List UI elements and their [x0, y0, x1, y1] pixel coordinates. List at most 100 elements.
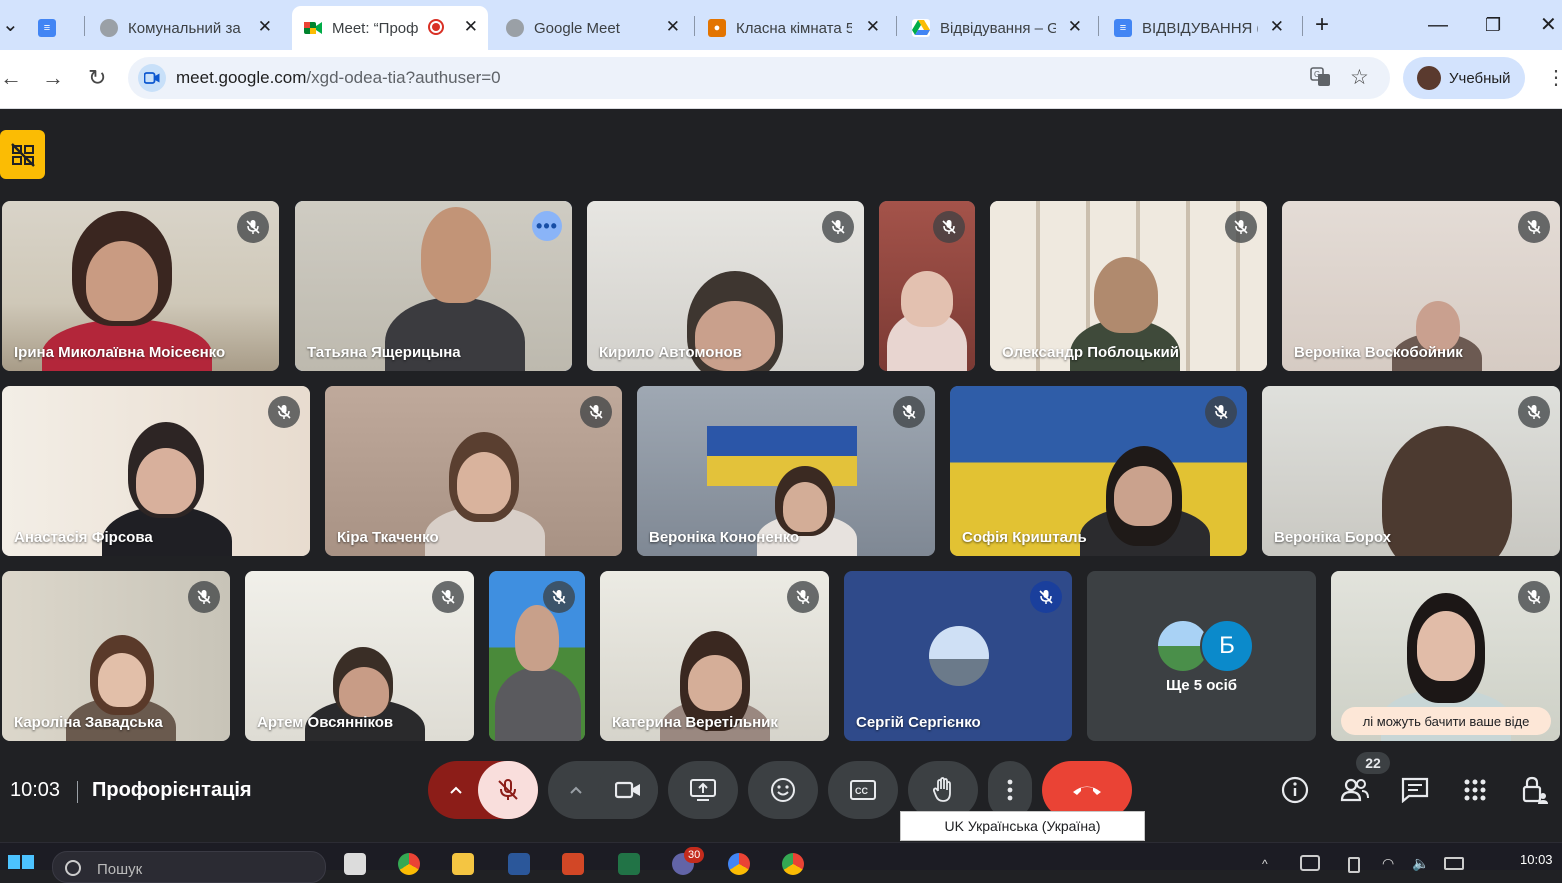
participant-name: Кіра Ткаченко	[337, 529, 439, 546]
self-view-tile[interactable]: лі можуть бачити ваше віде	[1331, 571, 1560, 741]
task-view-icon[interactable]	[344, 853, 366, 875]
windows-start-icon[interactable]	[8, 855, 34, 869]
chrome-icon[interactable]	[398, 853, 420, 875]
close-tab-icon[interactable]: ✕	[464, 18, 478, 36]
hide-tiles-button[interactable]	[0, 130, 45, 179]
word-icon[interactable]	[508, 853, 530, 875]
address-bar[interactable]: meet.google.com/xgd-odea-tia?authuser=0 …	[128, 57, 1390, 99]
new-tab-button[interactable]: +	[1315, 10, 1329, 40]
participant-tile[interactable]: Вероніка Кононенко	[637, 386, 935, 556]
participant-tile[interactable]: Кіра Ткаченко	[325, 386, 622, 556]
drive-icon	[912, 19, 930, 37]
participant-tile[interactable]: ••• Татьяна Ящерицына	[295, 201, 572, 371]
url-path: /xgd-odea-tia?authuser=0	[306, 68, 501, 87]
browser-menu-icon[interactable]: ⋮	[1546, 64, 1562, 92]
tab-docs[interactable]: ≡	[38, 6, 82, 50]
tab-classroom[interactable]: ● Класна кімната 5 ✕	[698, 6, 890, 50]
apps-grid-icon	[1464, 779, 1486, 801]
participant-name: Кароліна Завадська	[14, 714, 163, 731]
participant-tile[interactable]	[489, 571, 585, 741]
participant-tile[interactable]: Анастасія Фірсова	[2, 386, 310, 556]
avatar-letter: Б	[1200, 619, 1254, 673]
taskbar-search-box[interactable]: Пошук	[52, 851, 326, 883]
volume-icon[interactable]: 🔈	[1412, 855, 1429, 872]
profile-name: Учебный	[1449, 69, 1511, 87]
tab-komunalnyi[interactable]: Комунальний за ✕	[90, 6, 282, 50]
participant-name: Софія Кришталь	[962, 529, 1087, 546]
more-participants-tile[interactable]: Б Ще 5 осіб	[1087, 571, 1316, 741]
chrome-profile-icon[interactable]	[728, 853, 750, 875]
participant-tile[interactable]: Сергій Сергієнко	[844, 571, 1072, 741]
mic-off-icon	[1030, 581, 1062, 613]
taskbar-clock[interactable]: 10:03	[1520, 852, 1553, 867]
excel-icon[interactable]	[618, 853, 640, 875]
powerpoint-icon[interactable]	[562, 853, 584, 875]
participant-tile[interactable]: Вероніка Борох	[1262, 386, 1560, 556]
battery-icon[interactable]	[1444, 857, 1464, 870]
back-button[interactable]: ←	[0, 64, 22, 92]
close-tab-icon[interactable]: ✕	[866, 18, 880, 36]
divider	[77, 781, 78, 803]
close-window-button[interactable]: ✕	[1540, 10, 1557, 40]
people-icon	[1340, 778, 1369, 802]
minimize-button[interactable]: —	[1428, 10, 1448, 40]
wifi-icon[interactable]: ◠	[1382, 855, 1394, 872]
close-tab-icon[interactable]: ✕	[666, 18, 680, 36]
participant-name: Ірина Миколаївна Моісеєнко	[14, 344, 226, 361]
reactions-button[interactable]	[748, 761, 818, 819]
camera-toggle-button[interactable]	[598, 761, 658, 819]
participant-tile[interactable]: Кароліна Завадська	[2, 571, 230, 741]
forward-button[interactable]: →	[42, 64, 64, 92]
close-tab-icon[interactable]: ✕	[258, 18, 272, 36]
camera-control-group	[548, 761, 658, 819]
participant-count-badge: 22	[1356, 752, 1390, 774]
meet-stage: Ірина Миколаївна Моісеєнко ••• Татьяна Я…	[0, 109, 1562, 842]
globe-icon	[100, 19, 118, 37]
mic-off-icon	[237, 211, 269, 243]
tab-vidviduvannia-docs[interactable]: ≡ ВІДВІДУВАННЯ ( ✕	[1102, 6, 1294, 50]
participant-tile[interactable]: Артем Овсянніков	[245, 571, 474, 741]
audio-options-chevron-icon[interactable]	[428, 761, 484, 819]
svg-text:CC: CC	[855, 786, 868, 796]
chat-button[interactable]	[1400, 775, 1430, 805]
mic-toggle-button[interactable]	[478, 761, 538, 819]
avatar	[1417, 66, 1441, 90]
activities-button[interactable]	[1460, 775, 1490, 805]
participant-tile[interactable]	[879, 201, 975, 371]
tab-search-icon[interactable]: ⌄	[2, 10, 19, 40]
mic-off-icon	[787, 581, 819, 613]
site-info-icon[interactable]	[138, 64, 166, 92]
tab-google-meet[interactable]: Google Meet ✕	[494, 6, 690, 50]
svg-text:G: G	[1314, 70, 1320, 79]
chrome-active-icon[interactable]	[782, 853, 804, 875]
profile-button[interactable]: Учебный	[1403, 57, 1525, 99]
tab-meet-active[interactable]: Meet: “Проф ✕	[292, 6, 488, 50]
participant-tile[interactable]: Ірина Миколаївна Моісеєнко	[2, 201, 279, 371]
more-options-icon[interactable]: •••	[532, 211, 562, 241]
participant-tile[interactable]: Вероніка Воскобойник	[1282, 201, 1560, 371]
restore-button[interactable]: ❐	[1485, 10, 1501, 40]
people-button[interactable]	[1340, 775, 1370, 805]
close-tab-icon[interactable]: ✕	[1270, 18, 1284, 36]
tray-device-icon[interactable]	[1348, 857, 1360, 873]
reload-button[interactable]: ↻	[88, 64, 106, 92]
meeting-details-button[interactable]	[1280, 775, 1310, 805]
language-indicator-popup[interactable]: UK Українська (Україна)	[900, 811, 1145, 841]
participant-name: Олександр Поблоцький	[1002, 344, 1179, 361]
file-explorer-icon[interactable]	[452, 853, 474, 875]
bookmark-star-icon[interactable]: ☆	[1350, 65, 1369, 90]
present-screen-button[interactable]	[668, 761, 738, 819]
translate-icon[interactable]: G	[1310, 66, 1332, 94]
tab-vidviduvannia-drive[interactable]: Відвідування – G ✕	[900, 6, 1092, 50]
browser-tab-strip: ⌄ ≡ Комунальний за ✕ Meet: “Проф ✕ Googl…	[0, 0, 1562, 50]
close-tab-icon[interactable]: ✕	[1068, 18, 1082, 36]
mic-off-icon	[498, 779, 518, 800]
video-options-chevron-icon[interactable]	[548, 761, 604, 819]
participant-tile[interactable]: Катерина Веретільник	[600, 571, 829, 741]
self-view-caption: лі можуть бачити ваше віде	[1341, 707, 1551, 735]
host-controls-button[interactable]	[1520, 775, 1550, 805]
participant-tile[interactable]: Кирило Автомонов	[587, 201, 864, 371]
participant-tile[interactable]: Софія Кришталь	[950, 386, 1247, 556]
captions-button[interactable]: CC	[828, 761, 898, 819]
participant-tile[interactable]: Олександр Поблоцький	[990, 201, 1267, 371]
